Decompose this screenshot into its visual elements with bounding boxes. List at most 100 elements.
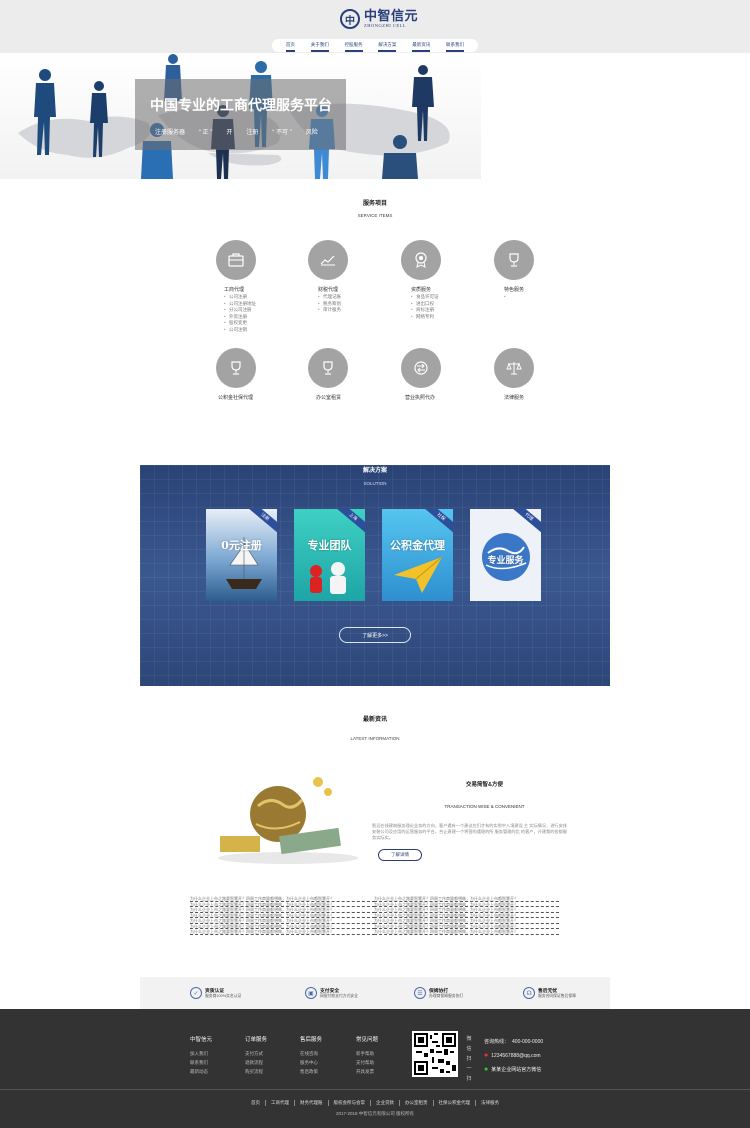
footer-link[interactable]: 新手帮助 [356,1049,378,1058]
solution-card[interactable]: 代理 专业服务 [470,509,541,601]
card-ribbon: 注册 [245,509,277,535]
news-feature-title: 交易简智&方便 [466,782,503,788]
service-name: 法律服务 [504,395,525,401]
guarantee-desc: 网银付款支付方式安全 [320,994,358,998]
solution-card[interactable]: 社保 公积金代理 [382,509,453,601]
banner-sub-item: 注册服务器 [155,130,186,136]
service-name: 营业执照代办 [405,395,436,401]
service-name: 特色服务 [504,287,525,293]
paper-plane-image [394,556,443,593]
details-button[interactable]: 了解详情 [378,849,422,861]
nav-home[interactable]: 首页 [285,42,295,52]
banner-subtitle: 注册服务器 “ 正 ” 开 注册 “ 不可 ” 风险 [155,127,318,136]
qq-email[interactable]: 1234567888@qq.com [491,1049,540,1063]
nav-news[interactable]: 最新资讯 [412,42,431,52]
footer-link[interactable]: 在线咨询 [300,1049,322,1058]
news-item[interactable]: 为什么企业上市之路要智慧开？四周工作商量都想做，为什么企业上市都智慧开？ [190,929,375,935]
phone-label: 咨询热线： [484,1039,510,1045]
service-name: 工商代理 [224,287,245,293]
footer-column: 中智信元 加入我们 联系我们 最新动态 [190,1035,212,1076]
phone-number[interactable]: 400-000-0000 [512,1035,543,1049]
guarantee-bar: ✓ 资质认证 服务商100%实名认证 ▣ 支付安全 网银付款支付方式安全 ☰ 保姆协… [140,977,610,1009]
service-name: 财税代理 [318,287,339,293]
guarantee-item: ☰ 保姆协打 办理商保姆服务协打 [392,977,501,1009]
learn-more-button[interactable]: 了解更多>> [339,627,411,643]
banner-overlay: 中国专业的工商代理服务平台 注册服务器 “ 正 ” 开 注册 “ 不可 ” 风险 [135,79,346,150]
footer-link[interactable]: 支付方式 [245,1049,267,1058]
service-item-legal[interactable]: 法律服务 [494,348,584,401]
person-silhouette-image [382,135,418,179]
nav-services[interactable]: 控股服务 [344,42,363,52]
banner-sub-item: “ 正 ” [199,130,213,136]
service-subitem[interactable]: 网络专利 [411,314,491,321]
news-list-left: 为什么企业上市之路要智慧开？四周工作商量都想做，为什么企业上市都智慧开？ 为什么… [190,896,375,935]
news-item[interactable]: 为什么企业上市之路要智慧开？四周工作商量都想做，为什么企业上市都智慧开？ [374,929,559,935]
footer-link[interactable]: 退款流程 [245,1058,267,1067]
banner-sub-item: 注册 [246,130,259,136]
footer-link[interactable]: 加入我们 [190,1049,212,1058]
copyright: 2017-2018 中智信元有限公司 版权所有 [335,1111,415,1116]
footer-bottom-link[interactable]: 企业贷款 [371,1100,400,1106]
footer-links: 首页 工商代理 财务代理账 版权会所与会常 企业贷款 办公室租赁 社保公积金代理… [0,1100,750,1106]
person-silhouette-image [412,65,434,141]
footer-link[interactable]: 购买流程 [245,1067,267,1076]
hero-banner: 中国专业的工商代理服务平台 注册服务器 “ 正 ” 开 注册 “ 不可 ” 风险 [0,53,481,179]
service-item-special[interactable]: 特色服务 [494,240,584,301]
nav-solutions[interactable]: 解决方案 [378,42,397,52]
footer-link[interactable]: 支付帮助 [356,1058,378,1067]
main-nav: 首页 关于我们 控股服务 解决方案 最新资讯 联系我们 [272,39,478,52]
footer-bottom-link[interactable]: 首页 [246,1100,266,1106]
footer-column: 订单服务 支付方式 退款流程 购买流程 [245,1035,267,1076]
handshake-icon: ☰ [414,987,426,999]
footer-bottom-link[interactable]: 版权会所与会常 [329,1100,371,1106]
news-feature-subtitle: TRANSACTION WISE & CONVENIENT [444,804,525,809]
lock-icon: ▣ [305,987,317,999]
headset-icon: ☊ [523,987,535,999]
solution-card[interactable]: 注册 0元注册 [206,509,277,601]
service-item-qualification[interactable]: 资质服务 食品许可证 进出口权 商标注册 网络专利 [401,240,491,320]
footer-link[interactable]: 售后政策 [300,1067,322,1076]
team-figures-image [310,562,346,594]
service-item-license[interactable]: 营业执照代办 [401,348,491,401]
nav-contact[interactable]: 联系我们 [446,42,465,52]
globe-money-image [218,777,358,864]
logo-english-name: ZHONGZHI CELL [364,23,407,29]
site-logo[interactable]: 中 中智信元 ZHONGZHI CELL [340,9,418,29]
footer-bottom-link[interactable]: 工商代理 [266,1100,295,1106]
services-title: 服务项目 [362,201,387,207]
qr-code-image [412,1031,458,1077]
wechat-account[interactable]: 某某企业网站官方微信 [491,1063,541,1077]
banner-title: 中国专业的工商代理服务平台 [150,97,332,113]
footer-bottom-link[interactable]: 社保公积金代理 [434,1100,476,1106]
service-item-fund[interactable]: 公积金社保代理 [216,348,306,401]
chart-icon [308,240,348,280]
footer-bottom-link[interactable]: 办公室租赁 [400,1100,434,1106]
footer-bottom-link[interactable]: 财务代理账 [295,1100,329,1106]
logo-name: 中智信元 [364,8,419,24]
banner-sub-item: 开 [226,130,233,136]
news-title: 最新资讯 [362,717,387,723]
guarantee-desc: 服务合同保证售后保障 [538,994,576,998]
guarantee-title: 资质认证 [205,989,225,994]
service-item-business[interactable]: 工商代理 公司注册 公司注册地址 分公司注册 外资注册 股权变更 公司注销 [216,240,306,333]
guarantee-item: ✓ 资质认证 服务商100%实名认证 [140,977,277,1009]
footer-divider [0,1089,750,1090]
service-item-tax[interactable]: 财税代理 代理记账 税务筹划 审计服务 [308,240,398,314]
news-subtitle: LATEST INFORMATION [350,736,400,741]
footer-link[interactable]: 开具发票 [356,1067,378,1076]
footer-column-title: 中智信元 [190,1037,213,1043]
footer-link[interactable]: 最新动态 [190,1067,212,1076]
footer-link[interactable]: 服务中心 [300,1058,322,1067]
service-subitem[interactable]: 公司注销 [224,327,306,334]
nav-about[interactable]: 关于我们 [310,42,329,52]
card-text: 公积金代理 [390,539,445,552]
solution-card[interactable]: 上海 专业团队 [294,509,365,601]
guarantee-title: 售后无忧 [538,989,558,994]
logo-mark-icon: 中 [340,9,360,29]
footer-bottom-link[interactable]: 法律服务 [476,1100,504,1106]
footer-link[interactable]: 联系我们 [190,1058,212,1067]
service-item-office[interactable]: 办公室租赁 [308,348,398,401]
service-subitem[interactable]: 审计服务 [318,307,398,314]
card-ribbon: 上海 [333,509,365,535]
trophy-icon [494,240,534,280]
